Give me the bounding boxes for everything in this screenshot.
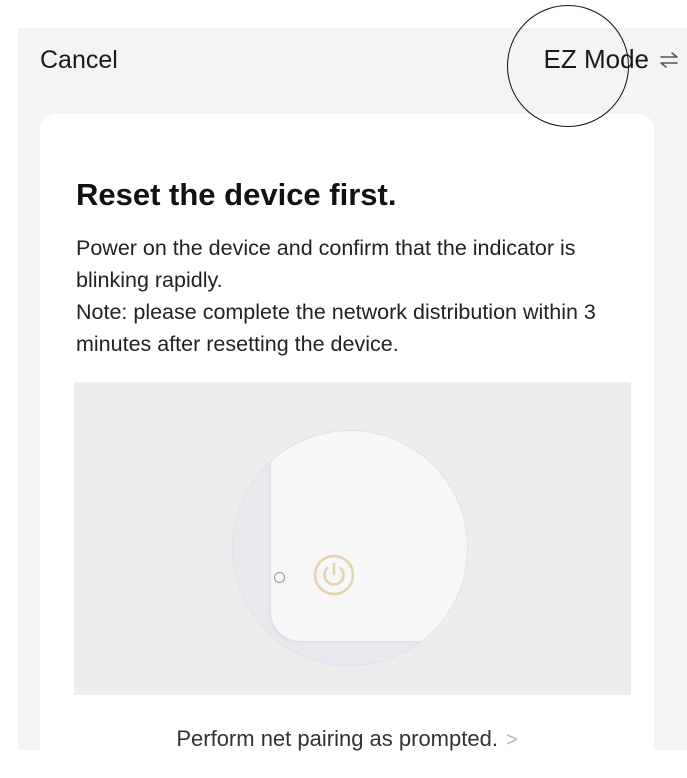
device-illustration xyxy=(74,382,631,695)
net-pairing-prompt-link[interactable]: Perform net pairing as prompted. > xyxy=(40,726,654,752)
power-button-icon xyxy=(313,554,355,596)
chevron-right-icon: > xyxy=(505,729,518,751)
instruction-line-note: Note: please complete the network distri… xyxy=(76,300,596,356)
cancel-button[interactable]: Cancel xyxy=(40,46,118,75)
swap-arrows-icon xyxy=(660,51,678,68)
top-bar: Cancel EZ Mode xyxy=(18,28,687,98)
instruction-text: Power on the device and confirm that the… xyxy=(76,232,636,360)
mode-label: EZ Mode xyxy=(543,44,650,74)
reset-instructions-card: Reset the device first. Power on the dev… xyxy=(40,114,654,764)
mode-switch-button[interactable]: EZ Mode xyxy=(544,44,680,75)
page-title: Reset the device first. xyxy=(76,177,397,212)
prompt-label: Perform net pairing as prompted. xyxy=(176,726,498,751)
device-magnifier-ring xyxy=(232,430,468,666)
app-screen: Cancel EZ Mode Reset the device first. P… xyxy=(18,5,687,764)
indicator-led-icon xyxy=(274,572,285,583)
instruction-line-power: Power on the device and confirm that the… xyxy=(76,236,576,292)
device-face xyxy=(271,431,467,641)
